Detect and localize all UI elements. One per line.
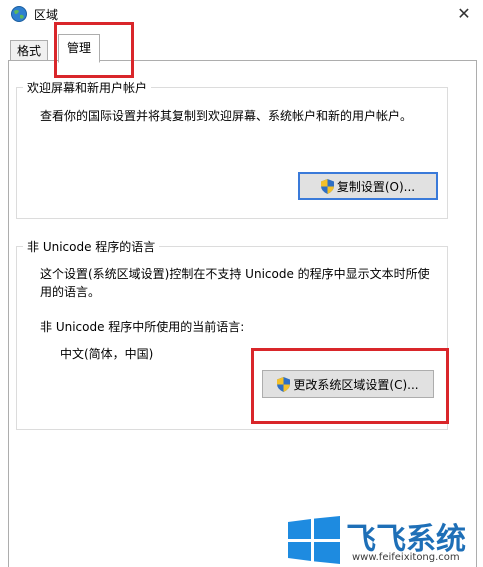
watermark-url: www.feifeixitong.com [352,552,460,563]
close-icon: ✕ [457,4,471,23]
windows-logo-icon [288,516,340,564]
globe-icon [11,6,27,22]
welcome-group-title: 欢迎屏幕和新用户帐户 [23,79,152,96]
change-system-locale-label: 更改系统区域设置(C)... [293,377,419,392]
welcome-description: 查看你的国际设置并将其复制到欢迎屏幕、系统帐户和新的用户帐户。 [40,109,413,123]
non-unicode-group-title: 非 Unicode 程序的语言 [23,238,160,255]
non-unicode-description-line1: 这个设置(系统区域设置)控制在不支持 Unicode 的程序中显示文本时所使 [40,267,430,281]
uac-shield-icon [277,376,291,392]
current-language-label: 非 Unicode 程序中所使用的当前语言: [40,320,245,334]
tab-format[interactable]: 格式 [10,40,49,61]
current-language-value: 中文(简体，中国) [60,347,154,361]
close-button[interactable]: ✕ [451,2,477,26]
uac-shield-icon [320,178,334,194]
copy-settings-label: 复制设置(O)... [336,179,416,194]
non-unicode-description-line2: 用的语言。 [40,285,101,299]
title-bar: 区域 ✕ [0,0,483,30]
watermark: 飞飞系统 www.feifeixitong.com [286,512,483,566]
copy-settings-button[interactable]: 复制设置(O)... [298,172,438,200]
change-system-locale-button[interactable]: 更改系统区域设置(C)... [262,370,434,398]
tab-manage[interactable]: 管理 [58,34,101,63]
window-title: 区域 [34,8,59,22]
